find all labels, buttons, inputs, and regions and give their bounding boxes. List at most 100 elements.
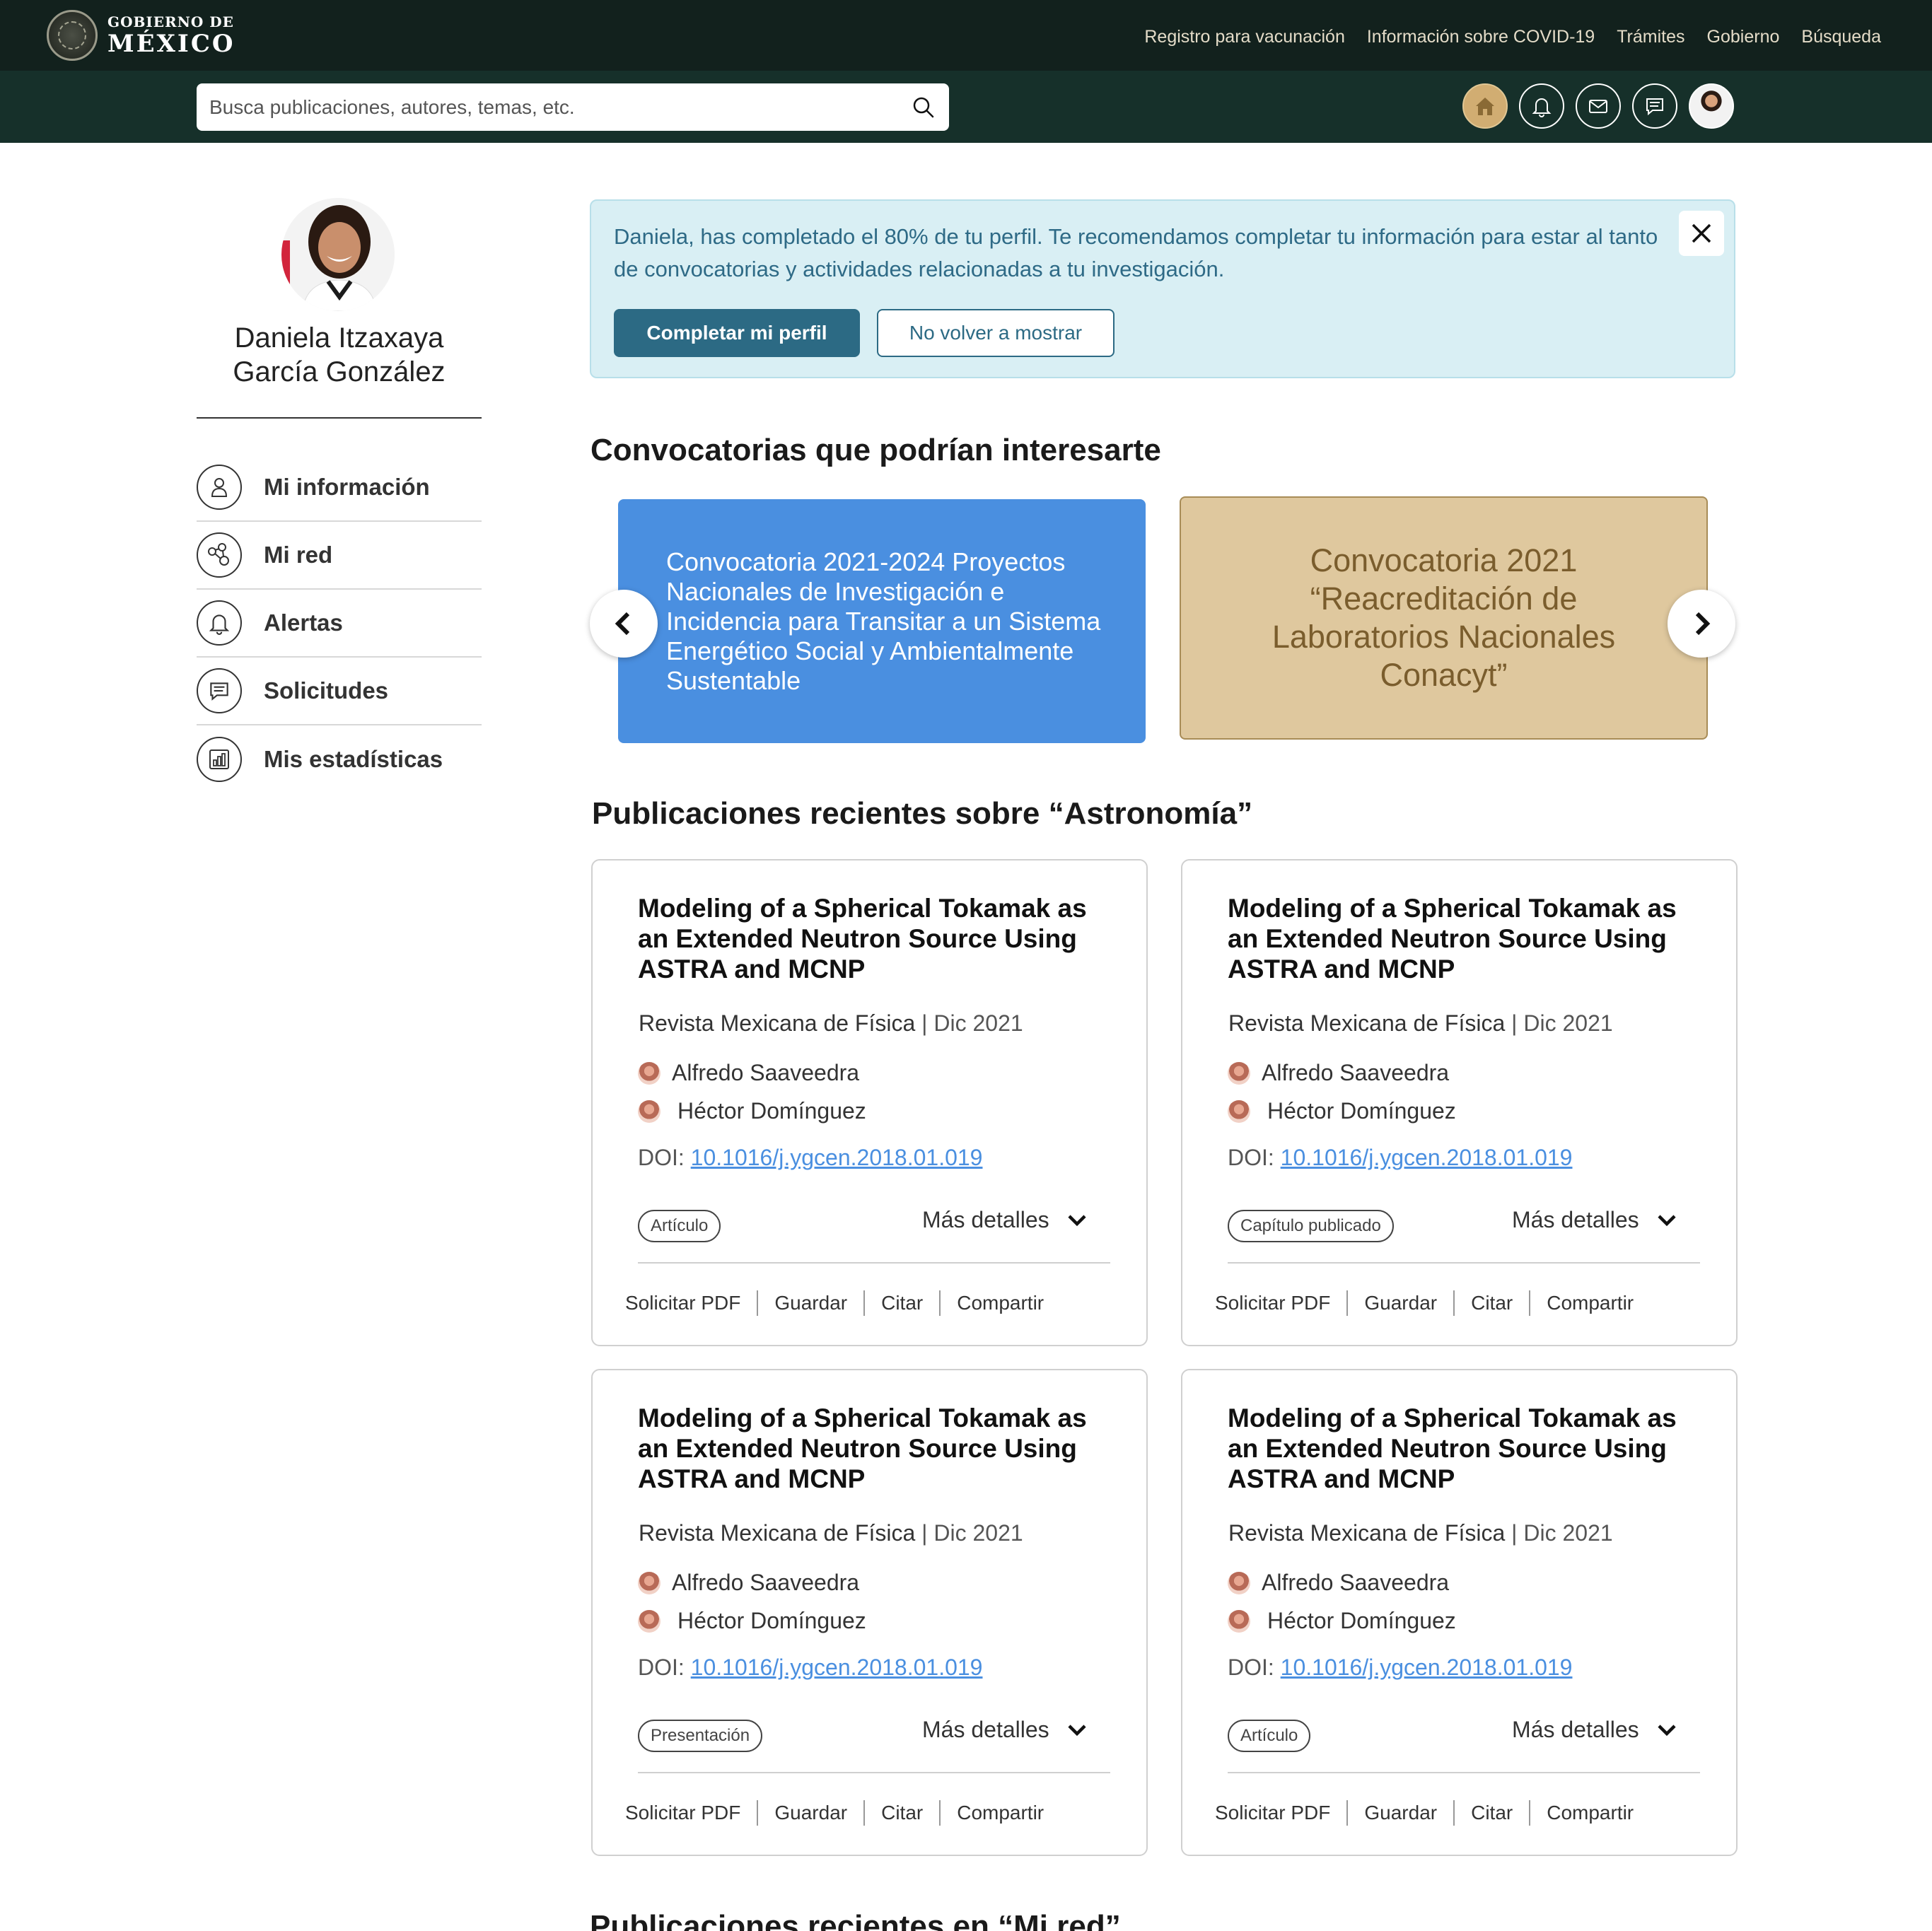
publication-journal: Revista Mexicana de Física | Dic 2021 <box>639 1520 1023 1546</box>
request-pdf-button[interactable]: Solicitar PDF <box>625 1802 740 1824</box>
author-row[interactable]: Héctor Domínguez <box>638 1098 866 1124</box>
publication-doi: DOI: 10.1016/j.ygcen.2018.01.019 <box>1228 1655 1572 1681</box>
action-separator <box>939 1800 941 1826</box>
more-details-label: Más detalles <box>922 1717 1049 1742</box>
publicaciones-heading: Publicaciones recientes sobre “Astronomí… <box>592 796 1253 831</box>
action-separator <box>1529 1290 1531 1316</box>
share-button[interactable]: Compartir <box>957 1292 1044 1314</box>
more-details-toggle[interactable]: Más detalles <box>922 1717 1089 1743</box>
publication-actions: Solicitar PDF Guardar Citar Compartir <box>625 1290 1044 1316</box>
publication-type-badge: Presentación <box>638 1720 763 1752</box>
publication-card: Modeling of a Spherical Tokamak as an Ex… <box>591 859 1148 1346</box>
cite-button[interactable]: Citar <box>1471 1802 1513 1824</box>
cite-button[interactable]: Citar <box>1471 1292 1513 1314</box>
author-row[interactable]: Alfredo Saaveedra <box>1228 1060 1449 1086</box>
sidebar-item-mis-estadisticas[interactable]: Mis estadísticas <box>197 725 482 793</box>
chat-icon[interactable] <box>1632 83 1677 129</box>
action-separator <box>863 1290 866 1316</box>
search-icon[interactable] <box>911 95 936 120</box>
author-name: Héctor Domínguez <box>677 1608 866 1633</box>
action-separator <box>863 1800 866 1826</box>
request-pdf-button[interactable]: Solicitar PDF <box>1215 1292 1330 1314</box>
cite-button[interactable]: Citar <box>881 1802 923 1824</box>
request-pdf-button[interactable]: Solicitar PDF <box>1215 1802 1330 1824</box>
complete-profile-button[interactable]: Completar mi perfil <box>614 309 860 357</box>
carousel-next-button[interactable] <box>1668 590 1735 658</box>
profile-name: Daniela Itzaxaya García González <box>197 321 482 389</box>
more-details-toggle[interactable]: Más detalles <box>922 1207 1089 1233</box>
publication-type-badge: Capítulo publicado <box>1228 1210 1394 1242</box>
doi-link[interactable]: 10.1016/j.ygcen.2018.01.019 <box>691 1145 983 1170</box>
author-row[interactable]: Héctor Domínguez <box>638 1608 866 1634</box>
doi-label: DOI: <box>1228 1655 1274 1680</box>
author-avatar <box>638 1061 661 1085</box>
nav-link-tramites[interactable]: Trámites <box>1617 27 1684 47</box>
publication-doi: DOI: 10.1016/j.ygcen.2018.01.019 <box>638 1145 982 1171</box>
carousel-prev-button[interactable] <box>590 590 658 658</box>
author-avatar <box>638 1099 661 1123</box>
publication-title[interactable]: Modeling of a Spherical Tokamak as an Ex… <box>638 893 1119 984</box>
publication-card: Modeling of a Spherical Tokamak as an Ex… <box>1181 859 1738 1346</box>
home-icon[interactable] <box>1462 83 1508 129</box>
more-details-toggle[interactable]: Más detalles <box>1512 1207 1679 1233</box>
nav-link-vacunacion[interactable]: Registro para vacunación <box>1144 27 1345 47</box>
publication-card: Modeling of a Spherical Tokamak as an Ex… <box>591 1369 1148 1856</box>
author-row[interactable]: Héctor Domínguez <box>1228 1098 1456 1124</box>
share-button[interactable]: Compartir <box>1547 1292 1634 1314</box>
nav-link-gobierno[interactable]: Gobierno <box>1707 27 1780 47</box>
chevron-down-icon <box>1068 1724 1086 1736</box>
search-input[interactable] <box>209 95 911 119</box>
publication-title[interactable]: Modeling of a Spherical Tokamak as an Ex… <box>638 1403 1119 1494</box>
publication-actions: Solicitar PDF Guardar Citar Compartir <box>1215 1290 1634 1316</box>
publication-title[interactable]: Modeling of a Spherical Tokamak as an Ex… <box>1228 893 1709 984</box>
user-avatar[interactable] <box>1689 83 1734 129</box>
journal-name: Revista Mexicana de Física <box>1228 1010 1506 1036</box>
convocatoria-card[interactable]: Convocatoria 2021-2024 Proyectos Naciona… <box>618 499 1146 743</box>
profile-name-line-1: Daniela Itzaxaya <box>234 322 444 354</box>
sidebar-item-mi-red[interactable]: Mi red <box>197 522 482 590</box>
doi-link[interactable]: 10.1016/j.ygcen.2018.01.019 <box>691 1655 983 1680</box>
convocatoria-card[interactable]: Convocatoria 2021 “Reacreditación de Lab… <box>1180 496 1708 740</box>
network-icon <box>197 532 242 578</box>
action-separator <box>1453 1290 1455 1316</box>
share-button[interactable]: Compartir <box>957 1802 1044 1824</box>
publication-title[interactable]: Modeling of a Spherical Tokamak as an Ex… <box>1228 1403 1709 1494</box>
share-button[interactable]: Compartir <box>1547 1802 1634 1824</box>
publication-doi: DOI: 10.1016/j.ygcen.2018.01.019 <box>638 1655 982 1681</box>
cite-button[interactable]: Citar <box>881 1292 923 1314</box>
author-avatar <box>1228 1099 1250 1123</box>
author-row[interactable]: Alfredo Saaveedra <box>638 1570 859 1596</box>
save-button[interactable]: Guardar <box>1364 1292 1437 1314</box>
save-button[interactable]: Guardar <box>774 1802 847 1824</box>
publication-date: | Dic 2021 <box>1511 1010 1613 1036</box>
sidebar-item-solicitudes[interactable]: Solicitudes <box>197 658 482 725</box>
request-pdf-button[interactable]: Solicitar PDF <box>625 1292 740 1314</box>
nav-link-busqueda[interactable]: Búsqueda <box>1801 27 1881 47</box>
publication-date: | Dic 2021 <box>921 1010 1023 1036</box>
mail-icon[interactable] <box>1576 83 1621 129</box>
dont-show-again-button[interactable]: No volver a mostrar <box>877 309 1115 357</box>
doi-link[interactable]: 10.1016/j.ygcen.2018.01.019 <box>1281 1145 1573 1170</box>
author-name: Héctor Domínguez <box>677 1098 866 1124</box>
sidebar-item-alertas[interactable]: Alertas <box>197 590 482 658</box>
gobierno-de-mexico-logo[interactable]: GOBIERNO DE MÉXICO <box>47 10 235 61</box>
more-details-toggle[interactable]: Más detalles <box>1512 1717 1679 1743</box>
publication-actions: Solicitar PDF Guardar Citar Compartir <box>1215 1800 1634 1826</box>
card-divider <box>638 1262 1110 1264</box>
bell-icon[interactable] <box>1519 83 1564 129</box>
author-row[interactable]: Alfredo Saaveedra <box>638 1060 859 1086</box>
doi-link[interactable]: 10.1016/j.ygcen.2018.01.019 <box>1281 1655 1573 1680</box>
author-row[interactable]: Alfredo Saaveedra <box>1228 1570 1449 1596</box>
save-button[interactable]: Guardar <box>1364 1802 1437 1824</box>
journal-name: Revista Mexicana de Física <box>639 1520 916 1546</box>
action-separator <box>939 1290 941 1316</box>
government-top-bar: GOBIERNO DE MÉXICO Registro para vacunac… <box>0 0 1932 71</box>
sidebar-item-mi-informacion[interactable]: Mi información <box>197 454 482 522</box>
save-button[interactable]: Guardar <box>774 1292 847 1314</box>
author-row[interactable]: Héctor Domínguez <box>1228 1608 1456 1634</box>
convocatorias-heading: Convocatorias que podrían interesarte <box>590 433 1161 467</box>
close-icon[interactable] <box>1679 211 1724 256</box>
sidebar-item-label: Alertas <box>264 609 343 636</box>
sidebar-item-label: Mis estadísticas <box>264 746 443 772</box>
nav-link-covid[interactable]: Información sobre COVID-19 <box>1367 27 1595 47</box>
